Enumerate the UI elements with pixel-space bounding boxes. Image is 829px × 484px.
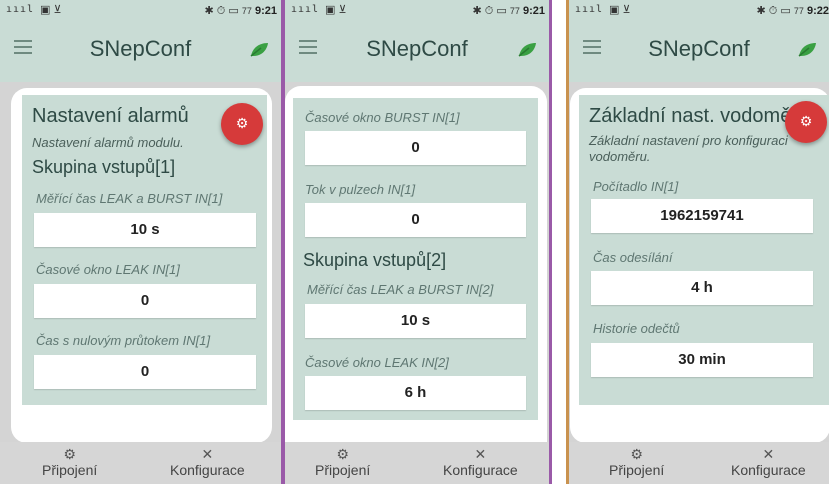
battery-level: 77: [509, 6, 520, 16]
gap: [552, 0, 566, 484]
settings-fab-button[interactable]: ⚙: [221, 103, 263, 145]
bottom-navigation: ⚙ Připojení ✕ Konfigurace: [569, 442, 829, 484]
clock-time: 9:21: [522, 5, 545, 17]
clock-time: 9:21: [254, 5, 277, 17]
card-subheading: Nastavení alarmů modulu.: [32, 135, 184, 150]
leaf-icon[interactable]: [249, 42, 269, 58]
app-title: SNepConf: [648, 36, 750, 61]
nav-label: Konfigurace: [731, 462, 806, 478]
nav-item-konfigurace[interactable]: ✕ Konfigurace: [443, 446, 518, 478]
bluetooth-alarm-battery-icons: ✱ ⏱ ▭: [472, 5, 507, 17]
bluetooth-alarm-battery-icons: ✱ ⏱ ▭: [756, 5, 791, 17]
nav-item-pripojeni[interactable]: ⚙ Připojení: [315, 446, 370, 478]
notification-icons: ▣ ⊻: [40, 4, 62, 16]
card-heading: Základní nast. vodoměru: [589, 105, 810, 127]
leaf-icon[interactable]: [797, 42, 817, 58]
field-label: Historie odečtů: [593, 321, 680, 336]
battery-level: 77: [793, 6, 804, 16]
nav-item-pripojeni[interactable]: ⚙ Připojení: [42, 446, 97, 478]
group-title: Skupina vstupů[2]: [303, 250, 447, 270]
status-bar: ıııl ▣ ⊻ ✱ ⏱ ▭ 77 9:21: [0, 0, 281, 20]
phone-screen-1: ıııl ▣ ⊻ ✱ ⏱ ▭ 77 9:21 SNepConf Nastaven…: [0, 0, 281, 484]
tools-icon: ✕: [762, 446, 775, 462]
card-heading: Nastavení alarmů: [32, 105, 189, 127]
battery-level: 77: [241, 6, 252, 16]
input-field[interactable]: 30 min: [591, 343, 813, 377]
field-label: Tok v pulzech IN[1]: [305, 182, 416, 197]
app-bar: SNepConf: [0, 20, 281, 82]
input-field[interactable]: 4 h: [591, 271, 813, 305]
leaf-icon[interactable]: [517, 42, 537, 58]
phone-screen-2: ıııl ▣ ⊻ ✱ ⏱ ▭ 77 9:21 SNepConf Časové o…: [285, 0, 549, 484]
tools-icon: ✕: [201, 446, 214, 462]
clock-time: 9:22: [806, 5, 829, 17]
input-field[interactable]: 1962159741: [591, 199, 813, 233]
gears-icon: ⚙: [336, 446, 349, 462]
input-field[interactable]: 10 s: [305, 304, 526, 338]
gears-icon: ⚙: [235, 115, 249, 131]
bottom-navigation: ⚙ Připojení ✕ Konfigurace: [0, 442, 281, 484]
input-field[interactable]: 10 s: [34, 213, 256, 247]
status-right: ✱ ⏱ ▭ 77 9:22: [757, 4, 829, 18]
settings-fab-button[interactable]: ⚙: [785, 101, 827, 143]
field-label: Časové okno LEAK IN[1]: [36, 262, 180, 277]
signal-icon: ıııl: [291, 4, 320, 15]
nav-label: Připojení: [315, 462, 371, 478]
nav-label: Připojení: [609, 462, 665, 478]
app-title: SNepConf: [366, 36, 468, 61]
signal-icon: ıııl: [6, 4, 35, 15]
nav-item-konfigurace[interactable]: ✕ Konfigurace: [731, 446, 806, 478]
nav-label: Konfigurace: [170, 462, 245, 478]
bluetooth-alarm-battery-icons: ✱ ⏱ ▭: [204, 5, 239, 17]
field-label: Měřící čas LEAK a BURST IN[2]: [307, 282, 494, 297]
gears-icon: ⚙: [799, 113, 813, 129]
field-label: Čas odesílání: [593, 250, 673, 265]
status-bar: ıııl ▣ ⊻ ✱ ⏱ ▭ 77 9:21: [285, 0, 549, 20]
gears-icon: ⚙: [630, 446, 643, 462]
field-label: Časové okno LEAK IN[2]: [305, 355, 449, 370]
field-label: Počítadlo IN[1]: [593, 179, 679, 194]
notification-icons: ▣ ⊻: [325, 4, 347, 16]
app-bar: SNepConf: [569, 20, 829, 82]
input-field[interactable]: 0: [34, 284, 256, 318]
group-title: Skupina vstupů[1]: [32, 157, 176, 177]
tools-icon: ✕: [474, 446, 487, 462]
input-field[interactable]: 0: [305, 203, 526, 237]
gears-icon: ⚙: [63, 446, 76, 462]
phone-screen-3: ıııl ▣ ⊻ ✱ ⏱ ▭ 77 9:22 SNepConf Základní…: [569, 0, 829, 484]
notification-icons: ▣ ⊻: [609, 4, 631, 16]
field-label: Měřící čas LEAK a BURST IN[1]: [36, 191, 223, 206]
status-right: ✱ ⏱ ▭ 77 9:21: [473, 4, 545, 18]
input-field[interactable]: 0: [34, 355, 256, 389]
nav-label: Konfigurace: [443, 462, 518, 478]
bottom-navigation: ⚙ Připojení ✕ Konfigurace: [285, 442, 549, 484]
nav-item-konfigurace[interactable]: ✕ Konfigurace: [170, 446, 245, 478]
settings-card: Základní nast. vodoměru Základní nastave…: [579, 95, 829, 405]
status-right: ✱ ⏱ ▭ 77 9:21: [205, 4, 277, 18]
status-bar: ıııl ▣ ⊻ ✱ ⏱ ▭ 77 9:22: [569, 0, 829, 20]
field-label: Časové okno BURST IN[1]: [305, 110, 460, 125]
input-field[interactable]: 0: [305, 131, 526, 165]
app-bar: SNepConf: [285, 20, 549, 82]
nav-item-pripojeni[interactable]: ⚙ Připojení: [609, 446, 664, 478]
input-field[interactable]: 6 h: [305, 376, 526, 410]
signal-icon: ıııl: [575, 4, 604, 15]
field-label: Čas s nulovým průtokem IN[1]: [36, 333, 211, 348]
app-title: SNepConf: [89, 36, 192, 61]
settings-card: Časové okno BURST IN[1] 0 Tok v pulzech …: [293, 98, 538, 420]
nav-label: Připojení: [42, 462, 98, 478]
